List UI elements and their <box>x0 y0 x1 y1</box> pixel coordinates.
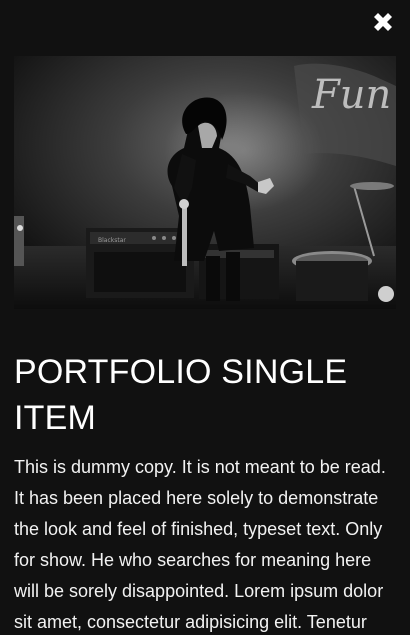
portfolio-modal: Fun Fr Blackstar <box>0 0 410 635</box>
portfolio-title: PORTFOLIO SINGLE ITEM <box>14 353 348 437</box>
portfolio-description: This is dummy copy. It is not meant to b… <box>14 457 386 632</box>
concert-photo: Fun Fr Blackstar <box>14 56 396 309</box>
close-button[interactable] <box>370 9 396 35</box>
amp-label: Blackstar <box>98 237 126 244</box>
portfolio-image: Fun Fr Blackstar <box>14 56 396 309</box>
photo-sign-text: Fun Fr <box>311 72 396 118</box>
close-x-icon <box>374 13 392 31</box>
